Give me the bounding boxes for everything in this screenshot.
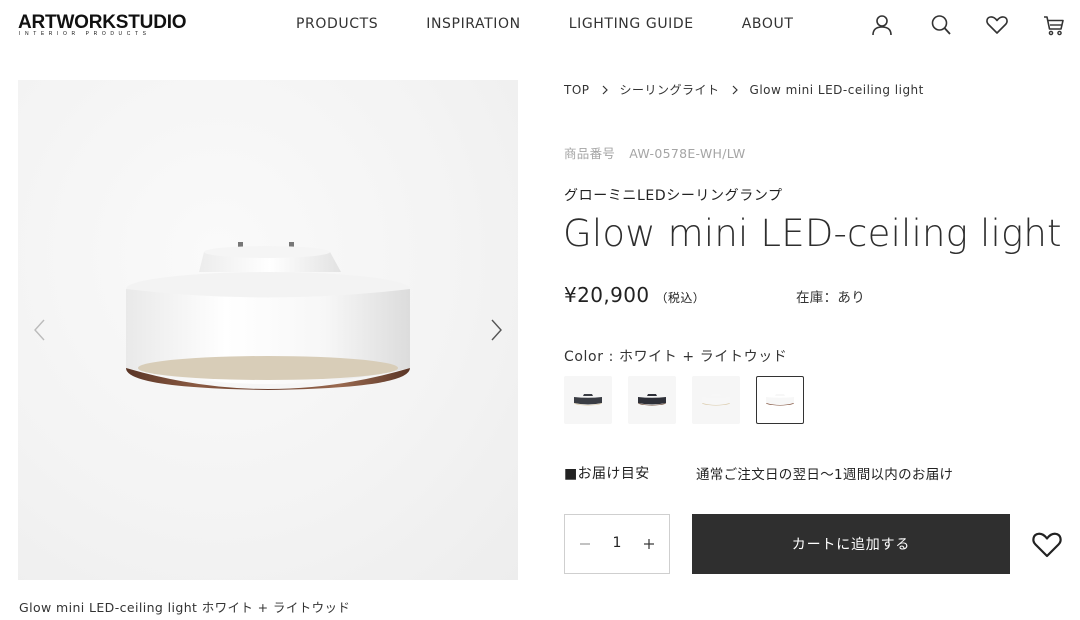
- add-to-favorites-heart-icon[interactable]: [1030, 528, 1064, 560]
- lamp-thumbnail: [638, 394, 666, 406]
- nav-item-inspiration[interactable]: INSPIRATION: [426, 16, 520, 32]
- product-image-gallery: [18, 80, 518, 580]
- favorites-heart-icon[interactable]: [984, 12, 1010, 38]
- image-caption: Glow mini LED-ceiling light ホワイト + ライトウッ…: [19, 600, 351, 615]
- site-header: ARTWORKSTUDIO INTERIOR PRODUCTS PRODUCTS…: [0, 0, 1080, 52]
- delivery-estimate: 通常ご注文日の翌日〜1週間以内のお届け: [696, 467, 954, 483]
- color-label: Color : ホワイト + ライトウッド: [564, 349, 788, 365]
- nav-item-about[interactable]: ABOUT: [742, 16, 794, 32]
- add-to-cart-button[interactable]: カートに追加する: [692, 514, 1010, 574]
- chevron-right-icon: [732, 85, 738, 94]
- nav-item-products[interactable]: PRODUCTS: [296, 16, 378, 32]
- sku-value: AW-0578E-WH/LW: [629, 146, 746, 161]
- stock-status: 在庫：あり: [796, 290, 865, 306]
- lamp-thumbnail: [702, 394, 730, 406]
- color-swatch[interactable]: [756, 376, 804, 424]
- delivery-label: ■お届け目安: [564, 466, 650, 482]
- product-name-japanese: グローミニLEDシーリングランプ: [564, 188, 783, 204]
- product-image: [126, 242, 410, 390]
- breadcrumb-current: Glow mini LED-ceiling light: [749, 82, 924, 97]
- main-nav: PRODUCTS INSPIRATION LIGHTING GUIDE ABOU…: [296, 16, 794, 32]
- color-swatch[interactable]: [692, 376, 740, 424]
- chevron-right-icon: [602, 85, 608, 94]
- breadcrumb-category[interactable]: シーリングライト: [620, 81, 720, 98]
- price-value: ¥20,900: [564, 283, 650, 307]
- product-title: Glow mini LED-ceiling light: [563, 212, 1062, 255]
- gallery-next-arrow-icon[interactable]: [488, 318, 504, 342]
- sku-label: 商品番号: [564, 146, 616, 161]
- quantity-stepper: 1: [564, 514, 670, 574]
- brand-logo[interactable]: ARTWORKSTUDIO INTERIOR PRODUCTS: [18, 12, 250, 38]
- price-tax-note: （税込）: [655, 291, 706, 305]
- lamp-thumbnail: [766, 394, 794, 406]
- nav-item-lighting-guide[interactable]: LIGHTING GUIDE: [569, 16, 694, 32]
- brand-tagline: INTERIOR PRODUCTS: [19, 31, 151, 37]
- quantity-increase-button[interactable]: [639, 534, 659, 554]
- cart-icon[interactable]: [1041, 12, 1067, 38]
- color-swatch[interactable]: [564, 376, 612, 424]
- gallery-prev-arrow-icon[interactable]: [32, 318, 48, 342]
- breadcrumb-top[interactable]: TOP: [564, 83, 590, 97]
- product-sku: 商品番号 AW-0578E-WH/LW: [564, 143, 746, 162]
- breadcrumb: TOP シーリングライト Glow mini LED-ceiling light: [564, 81, 924, 98]
- color-swatches: [564, 376, 820, 424]
- account-icon[interactable]: [869, 12, 895, 38]
- search-icon[interactable]: [928, 12, 954, 38]
- product-price: ¥20,900 （税込）: [564, 283, 705, 307]
- lamp-thumbnail: [574, 394, 602, 406]
- color-swatch[interactable]: [628, 376, 676, 424]
